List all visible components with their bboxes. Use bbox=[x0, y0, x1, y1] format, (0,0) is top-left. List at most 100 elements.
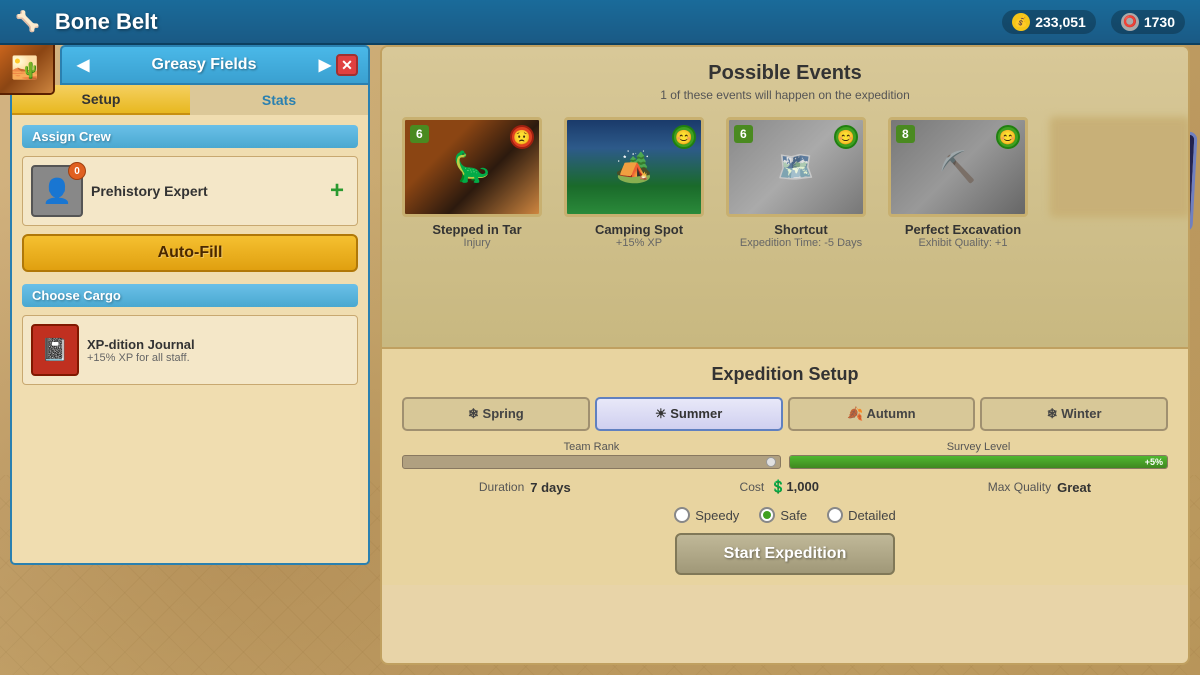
event-number-shortcut: 6 bbox=[734, 125, 753, 143]
cargo-info: XP-dition Journal +15% XP for all staff. bbox=[87, 337, 195, 364]
event-title-excavation: Perfect Excavation bbox=[888, 222, 1038, 237]
crew-info: Prehistory Expert bbox=[91, 183, 317, 199]
crew-avatar: 👤 0 bbox=[31, 165, 83, 217]
mode-safe[interactable]: Safe bbox=[759, 507, 807, 523]
detailed-label: Detailed bbox=[848, 508, 896, 523]
cargo-item: 📓 XP-dition Journal +15% XP for all staf… bbox=[22, 315, 358, 385]
event-subtitle-shortcut: Expedition Time: -5 Days bbox=[726, 237, 876, 249]
event-number-tar: 6 bbox=[410, 125, 429, 143]
survey-level-badge: +5% bbox=[1145, 457, 1163, 467]
gold-icon: 💰 bbox=[1012, 13, 1030, 31]
quality-value: Great bbox=[1057, 480, 1091, 495]
auto-fill-button[interactable]: Auto-Fill bbox=[22, 234, 358, 272]
location-next-button[interactable]: ▶ bbox=[314, 53, 336, 77]
event-image-blurred bbox=[1050, 117, 1190, 217]
events-subtitle: 1 of these events will happen on the exp… bbox=[402, 88, 1168, 102]
quality-label: Max Quality bbox=[988, 480, 1051, 494]
gem-icon: ⭕ bbox=[1121, 13, 1139, 31]
survey-level-track: +5% bbox=[789, 455, 1168, 469]
event-image-excavation: ⛏️ 8 😊 bbox=[888, 117, 1028, 217]
main-content: Possible Events 1 of these events will h… bbox=[380, 45, 1190, 665]
duration-label: Duration bbox=[479, 480, 524, 494]
event-smiley-tar: 😟 bbox=[510, 125, 534, 149]
crew-badge: 0 bbox=[68, 162, 86, 180]
location-close-button[interactable]: ✕ bbox=[336, 54, 358, 76]
gem-amount: 1730 bbox=[1144, 14, 1175, 30]
cost-value: 💲1,000 bbox=[770, 479, 819, 495]
gold-currency: 💰 233,051 bbox=[1002, 10, 1096, 34]
event-image-shortcut: 🗺️ 6 😊 bbox=[726, 117, 866, 217]
team-rank-label: Team Rank bbox=[402, 441, 781, 453]
event-card-tar: 🦕 6 😟 Stepped in Tar Injury bbox=[402, 117, 552, 249]
start-expedition-button[interactable]: Start Expedition bbox=[675, 533, 895, 575]
crew-area: 👤 0 Prehistory Expert + bbox=[22, 156, 358, 226]
info-row: Duration 7 days Cost 💲1,000 Max Quality … bbox=[402, 479, 1168, 495]
mode-detailed[interactable]: Detailed bbox=[827, 507, 896, 523]
season-autumn-button[interactable]: 🍂 Autumn bbox=[788, 397, 976, 431]
event-smiley-camp: 😊 bbox=[672, 125, 696, 149]
season-summer-button[interactable]: ☀ Summer bbox=[595, 397, 783, 431]
event-smiley-excavation: 😊 bbox=[996, 125, 1020, 149]
location-thumbnail: 🏜️ bbox=[0, 40, 55, 95]
events-row: 🦕 6 😟 Stepped in Tar Injury 🏕️ 😊 Camping… bbox=[402, 117, 1168, 249]
page-title: Bone Belt bbox=[55, 9, 158, 35]
cargo-icon: 📓 bbox=[31, 324, 79, 376]
currency-area: 💰 233,051 ⭕ 1730 bbox=[1002, 10, 1185, 34]
safe-radio[interactable] bbox=[759, 507, 775, 523]
location-header: ◀ Greasy Fields ▶ ✕ bbox=[60, 45, 370, 85]
top-bar: 🦴 Bone Belt 💰 233,051 ⭕ 1730 bbox=[0, 0, 1200, 45]
expedition-setup: Expedition Setup ❄ Spring ☀ Summer 🍂 Aut… bbox=[382, 347, 1188, 585]
crew-section-header: Assign Crew bbox=[22, 125, 358, 148]
panel-body: Assign Crew 👤 0 Prehistory Expert + Auto… bbox=[10, 115, 370, 565]
setup-title: Expedition Setup bbox=[402, 364, 1168, 385]
duration-value: 7 days bbox=[530, 480, 570, 495]
gem-currency: ⭕ 1730 bbox=[1111, 10, 1185, 34]
event-image-camp: 🏕️ 😊 bbox=[564, 117, 704, 217]
detailed-radio[interactable] bbox=[827, 507, 843, 523]
gold-amount: 233,051 bbox=[1035, 14, 1086, 30]
left-panel: 🏜️ ◀ Greasy Fields ▶ ✕ Setup Stats Assig… bbox=[10, 45, 370, 665]
crew-member-name: Prehistory Expert bbox=[91, 183, 317, 199]
mode-buttons: Speedy Safe Detailed bbox=[402, 507, 1168, 523]
event-card-excavation: ⛏️ 8 😊 Perfect Excavation Exhibit Qualit… bbox=[888, 117, 1038, 249]
team-rank-circle bbox=[766, 457, 776, 467]
event-title-shortcut: Shortcut bbox=[726, 222, 876, 237]
mode-speedy[interactable]: Speedy bbox=[674, 507, 739, 523]
team-rank-track bbox=[402, 455, 781, 469]
speedy-radio[interactable] bbox=[674, 507, 690, 523]
event-title-camp: Camping Spot bbox=[564, 222, 714, 237]
duration-item: Duration 7 days bbox=[479, 480, 571, 495]
safe-label: Safe bbox=[780, 508, 807, 523]
add-crew-button[interactable]: + bbox=[325, 177, 349, 205]
season-winter-button[interactable]: ❄ Winter bbox=[980, 397, 1168, 431]
events-section: Possible Events 1 of these events will h… bbox=[382, 47, 1188, 347]
season-buttons: ❄ Spring ☀ Summer 🍂 Autumn ❄ Winter bbox=[402, 397, 1168, 431]
speedy-label: Speedy bbox=[695, 508, 739, 523]
event-subtitle-excavation: Exhibit Quality: +1 bbox=[888, 237, 1038, 249]
event-card-blurred bbox=[1050, 117, 1190, 249]
quality-item: Max Quality Great bbox=[988, 480, 1091, 495]
event-number-excavation: 8 bbox=[896, 125, 915, 143]
survey-level-label: Survey Level bbox=[789, 441, 1168, 453]
cargo-name: XP-dition Journal bbox=[87, 337, 195, 352]
location-thumb-image: 🏜️ bbox=[0, 42, 53, 93]
event-card-camp: 🏕️ 😊 Camping Spot +15% XP bbox=[564, 117, 714, 249]
location-name: Greasy Fields bbox=[94, 56, 313, 74]
tab-stats[interactable]: Stats bbox=[190, 85, 368, 115]
events-title: Possible Events bbox=[402, 62, 1168, 85]
event-subtitle-camp: +15% XP bbox=[564, 237, 714, 249]
event-image-tar: 🦕 6 😟 bbox=[402, 117, 542, 217]
location-prev-button[interactable]: ◀ bbox=[72, 53, 94, 77]
cost-item: Cost 💲1,000 bbox=[740, 479, 819, 495]
panel-tabs: Setup Stats bbox=[10, 85, 370, 115]
stat-bars: Team Rank Survey Level +5% bbox=[402, 441, 1168, 469]
event-card-shortcut: 🗺️ 6 😊 Shortcut Expedition Time: -5 Days bbox=[726, 117, 876, 249]
survey-level-bar: Survey Level +5% bbox=[789, 441, 1168, 469]
cargo-desc: +15% XP for all staff. bbox=[87, 352, 195, 364]
event-title-tar: Stepped in Tar bbox=[402, 222, 552, 237]
event-smiley-shortcut: 😊 bbox=[834, 125, 858, 149]
event-subtitle-tar: Injury bbox=[402, 237, 552, 249]
cargo-section-header: Choose Cargo bbox=[22, 284, 358, 307]
team-rank-bar: Team Rank bbox=[402, 441, 781, 469]
season-spring-button[interactable]: ❄ Spring bbox=[402, 397, 590, 431]
